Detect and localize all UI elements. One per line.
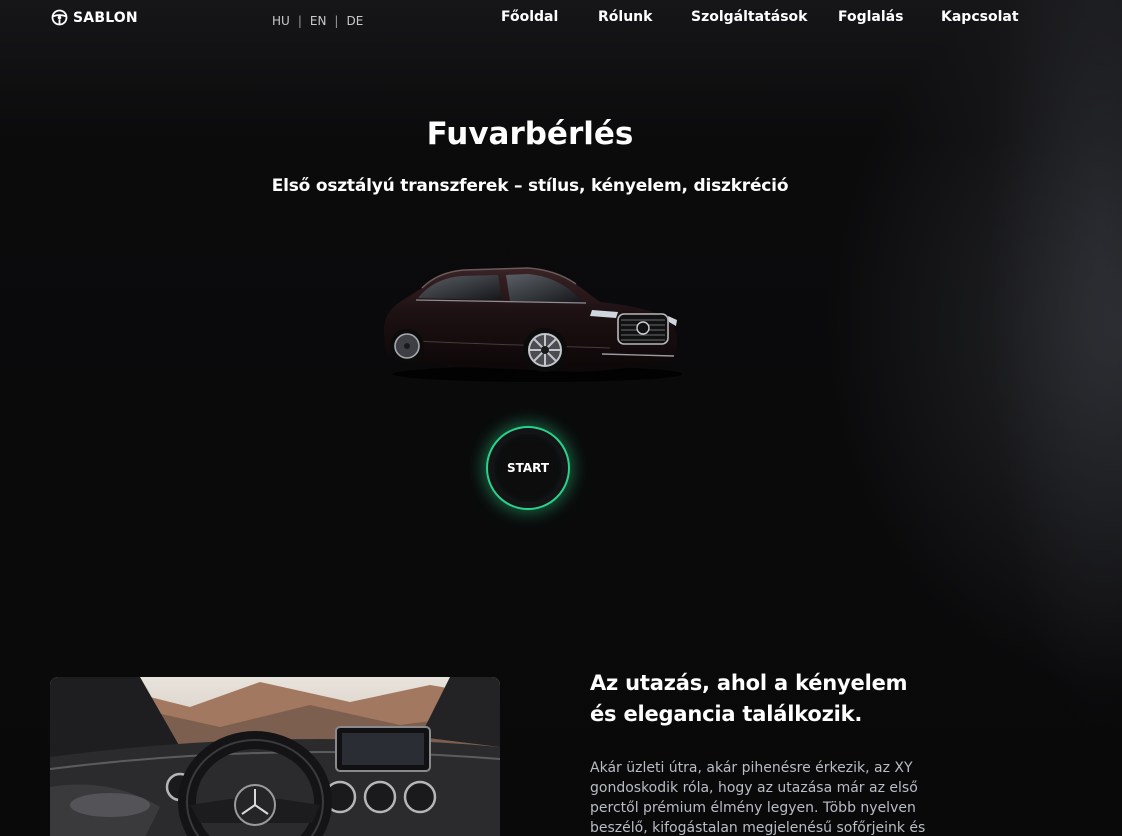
lang-de[interactable]: DE — [346, 14, 363, 28]
page: SABLON HU | EN | DE Főoldal Rólunk Szolg… — [0, 0, 1122, 836]
hero-title: Fuvarbérlés — [426, 116, 634, 152]
steering-wheel-icon — [51, 9, 68, 26]
lang-separator: | — [297, 14, 302, 28]
logo[interactable]: SABLON — [51, 9, 138, 26]
lang-hu[interactable]: HU — [272, 14, 290, 28]
about-title: Az utazás, ahol a kényelem és elegancia … — [590, 668, 910, 730]
car-image — [383, 267, 682, 382]
nav-about[interactable]: Rólunk — [598, 9, 652, 25]
logo-text: SABLON — [73, 9, 138, 26]
about-title-line2: és elegancia találkozik. — [590, 702, 863, 726]
about-title-line1: Az utazás, ahol a kényelem — [590, 671, 908, 695]
lang-separator: | — [334, 14, 339, 28]
lang-en[interactable]: EN — [310, 14, 327, 28]
hero-subtitle: Első osztályú transzferek – stílus, kény… — [271, 176, 789, 196]
start-button[interactable]: START — [486, 426, 570, 510]
nav-booking[interactable]: Foglalás — [838, 9, 903, 25]
language-switcher: HU | EN | DE — [272, 14, 363, 28]
about-text: Akár üzleti útra, akár pihenésre érkezik… — [590, 760, 926, 836]
nav-contact[interactable]: Kapcsolat — [941, 9, 1019, 25]
nav-home[interactable]: Főoldal — [501, 9, 558, 25]
car-interior-image — [50, 677, 500, 836]
nav-services[interactable]: Szolgáltatások — [691, 9, 807, 25]
